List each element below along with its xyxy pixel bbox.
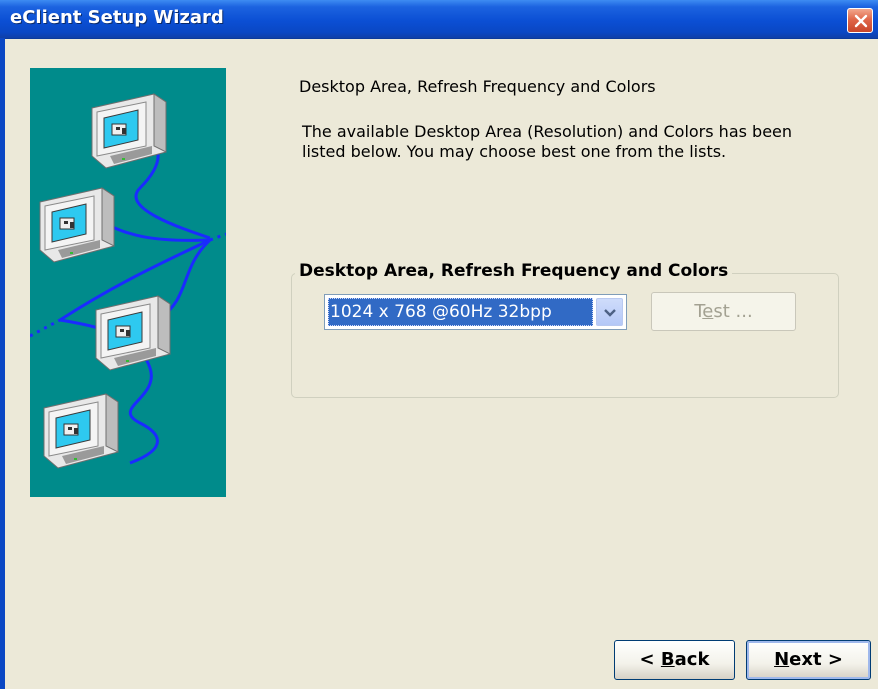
close-button[interactable] — [847, 8, 873, 33]
page-description: The available Desktop Area (Resolution) … — [302, 122, 793, 161]
dropdown-button[interactable] — [596, 298, 623, 326]
back-label-pre: < — [639, 649, 661, 670]
back-mnemonic: B — [660, 649, 675, 670]
next-label-post: ext > — [789, 649, 843, 670]
window-title: eClient Setup Wizard — [10, 7, 224, 28]
test-button-mnemonic: e — [702, 301, 714, 322]
test-button-label-post: st ... — [713, 301, 753, 322]
title-bar[interactable]: eClient Setup Wizard — [0, 0, 878, 39]
display-mode-select[interactable]: 1024 x 768 @60Hz 32bpp — [324, 294, 627, 330]
next-mnemonic: N — [774, 649, 790, 670]
networked-computers-icon — [29, 93, 227, 469]
page-heading: Desktop Area, Refresh Frequency and Colo… — [299, 77, 656, 96]
test-button[interactable]: Test ... — [651, 292, 796, 331]
display-mode-value: 1024 x 768 @60Hz 32bpp — [328, 298, 593, 326]
close-icon — [854, 14, 868, 28]
window-frame — [0, 38, 5, 689]
group-label: Desktop Area, Refresh Frequency and Colo… — [295, 261, 733, 281]
wizard-illustration — [29, 68, 227, 497]
chevron-down-icon — [604, 309, 616, 317]
back-button[interactable]: < Back — [614, 640, 735, 680]
next-button[interactable]: Next > — [746, 640, 871, 680]
back-label-post: ack — [674, 649, 710, 670]
